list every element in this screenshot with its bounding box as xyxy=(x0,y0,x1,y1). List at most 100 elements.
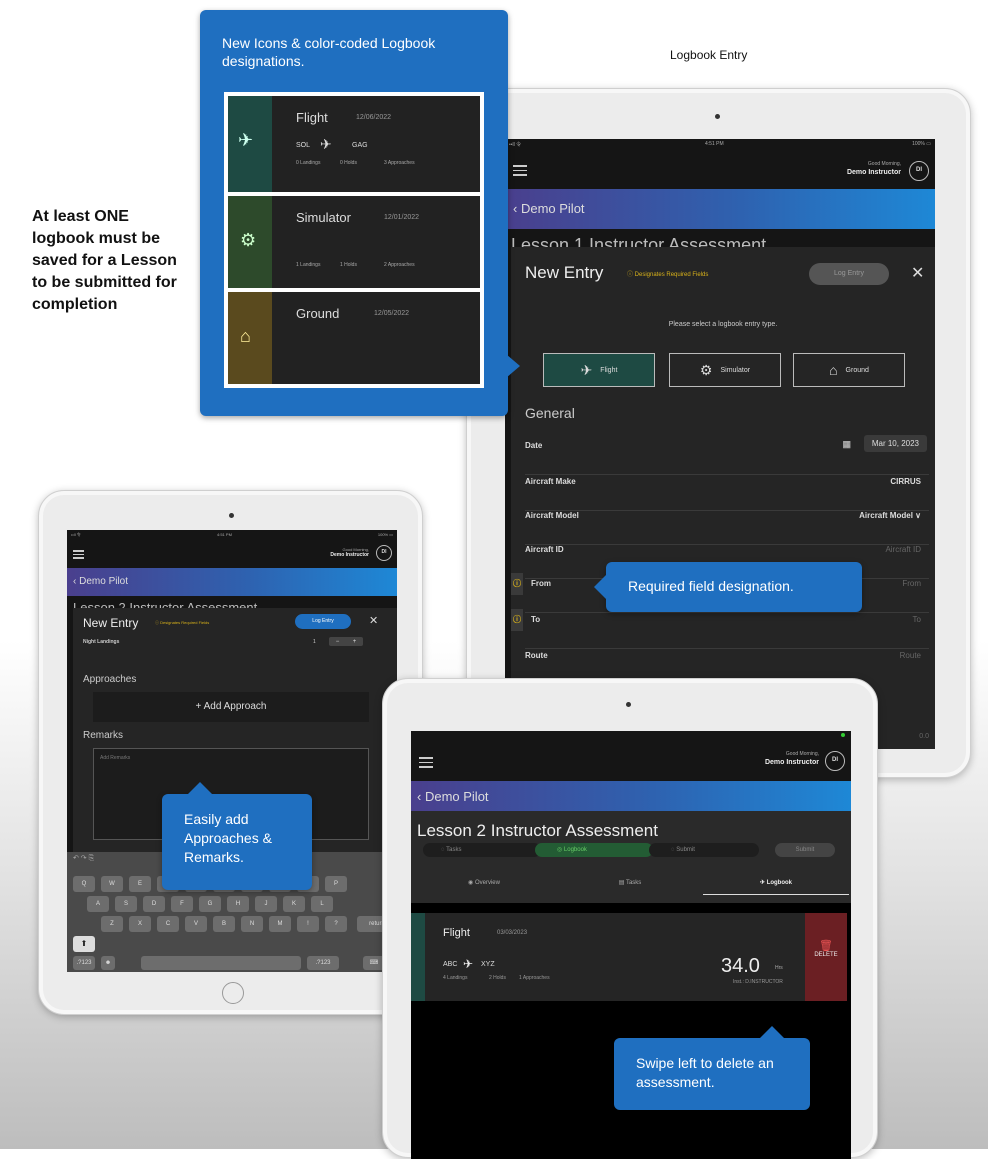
key-s[interactable]: S xyxy=(115,896,137,912)
avatar[interactable]: DI xyxy=(825,751,845,771)
minus-icon[interactable]: − xyxy=(336,639,340,645)
menu-icon[interactable] xyxy=(419,757,433,768)
numbers-key-right[interactable]: .?123 xyxy=(307,956,339,970)
pilot-bar[interactable]: ‹ Demo Pilot xyxy=(67,568,397,596)
pilot-bar[interactable]: ‹ Demo Pilot xyxy=(505,189,935,229)
step-submit[interactable]: ◌ Submit xyxy=(649,843,759,857)
key-m[interactable]: M xyxy=(269,916,291,932)
key-z[interactable]: Z xyxy=(101,916,123,932)
type-flight-button[interactable]: ✈ Flight xyxy=(543,353,655,387)
key-c[interactable]: C xyxy=(157,916,179,932)
key-k[interactable]: K xyxy=(283,896,305,912)
remarks-title: Remarks xyxy=(83,730,124,741)
night-landings-label: Night Landings xyxy=(83,639,120,645)
key-p[interactable]: P xyxy=(325,876,347,892)
field-date[interactable]: Date ▦ Mar 10, 2023 xyxy=(525,435,929,475)
card-date: 03/03/2023 xyxy=(497,930,528,936)
legend-from: SOL xyxy=(296,142,311,149)
numbers-key[interactable]: .?123 xyxy=(73,956,95,970)
trash-icon: 🗑 xyxy=(819,940,833,952)
tab-tasks[interactable]: ▤ Tasks xyxy=(557,871,703,895)
avatar[interactable]: DI xyxy=(909,161,929,181)
field-label: Aircraft Model xyxy=(525,511,579,520)
key-d[interactable]: D xyxy=(143,896,165,912)
type-ground-button[interactable]: ⌂ Ground xyxy=(793,353,905,387)
legend-type: Ground xyxy=(296,306,340,321)
field-value[interactable]: Aircraft Model ∨ xyxy=(859,511,921,520)
pilot-name: Demo Pilot xyxy=(520,201,585,216)
key-f[interactable]: F xyxy=(171,896,193,912)
key-x[interactable]: X xyxy=(129,916,151,932)
key-b[interactable]: B xyxy=(213,916,235,932)
legend-card-flight: ✈ Flight 12/06/2022 SOL ✈ GAG 0 Landings… xyxy=(228,96,480,192)
flight-stripe xyxy=(411,913,425,1001)
date-value[interactable]: Mar 10, 2023 xyxy=(863,435,927,452)
key-v[interactable]: V xyxy=(185,916,207,932)
space-key[interactable] xyxy=(141,956,301,970)
camera xyxy=(715,114,720,119)
submit-button[interactable]: Submit xyxy=(775,843,835,857)
key-h[interactable]: H xyxy=(227,896,249,912)
key-a[interactable]: A xyxy=(87,896,109,912)
airplane-landing-icon: ✈ xyxy=(238,130,254,150)
field-label: Aircraft ID xyxy=(525,545,564,554)
back-chevron-icon[interactable]: ‹ xyxy=(513,201,521,216)
required-callout: Required field designation. xyxy=(594,562,862,612)
field-placeholder: Aircraft ID xyxy=(885,545,921,554)
quantity-stepper[interactable]: − + xyxy=(329,637,363,646)
menu-icon[interactable] xyxy=(73,550,84,560)
legend-card-simulator: ⚙ Simulator 12/01/2022 1 Landings 1 Hold… xyxy=(228,196,480,288)
back-chevron-icon[interactable]: ‹ xyxy=(417,789,425,804)
type-simulator-button[interactable]: ⚙ Simulator xyxy=(669,353,781,387)
add-approach-button[interactable]: + Add Approach xyxy=(93,692,369,722)
left-note: At least ONE logbook must be saved for a… xyxy=(32,208,177,313)
key-sym8[interactable]: ? xyxy=(325,916,347,932)
required-icon: ⓘ xyxy=(511,609,523,631)
pilot-bar[interactable]: ‹ Demo Pilot xyxy=(411,781,851,811)
step-label: Tasks xyxy=(446,847,462,853)
section-general: General xyxy=(525,405,575,421)
step-logbook[interactable]: ◎ Logbook xyxy=(535,843,653,857)
delete-button[interactable]: 🗑 DELETE xyxy=(805,913,847,1001)
shift-key[interactable]: ⬆ xyxy=(73,936,95,952)
log-entry-button[interactable]: Log Entry xyxy=(295,614,351,629)
logbook-card-flight[interactable]: Flight 03/03/2023 ABC ✈ XYZ 4 Landings 2… xyxy=(411,913,851,1001)
home-button[interactable] xyxy=(222,982,244,1004)
key-w[interactable]: W xyxy=(101,876,123,892)
avatar[interactable]: DI xyxy=(376,545,392,561)
menu-icon[interactable] xyxy=(513,165,527,176)
field-aircraft-model[interactable]: Aircraft Model Aircraft Model ∨ xyxy=(525,511,929,545)
card-hours: 34.0 xyxy=(721,955,760,977)
emoji-icon[interactable]: ☻ xyxy=(101,956,115,970)
key-g[interactable]: G xyxy=(199,896,221,912)
field-aircraft-make[interactable]: Aircraft Make CIRRUS xyxy=(525,477,929,511)
legend-approaches: 3 Approaches xyxy=(384,160,415,166)
key-sym7[interactable]: ! xyxy=(297,916,319,932)
step-label: Submit xyxy=(676,847,695,853)
close-icon[interactable]: ✕ xyxy=(369,614,378,627)
tab-logbook[interactable]: ✈ Logbook xyxy=(703,871,849,895)
step-tasks[interactable]: ◌ Tasks xyxy=(423,843,541,857)
status-time: 4:51 PM xyxy=(217,532,232,537)
field-placeholder: Route xyxy=(899,651,921,660)
greeting: Good Morning, Demo Instructor xyxy=(330,547,369,559)
modal-title: New Entry xyxy=(83,616,139,630)
close-icon[interactable]: ✕ xyxy=(911,263,924,283)
callout-text: Easily add Approaches & Remarks. xyxy=(184,811,272,865)
plus-icon[interactable]: + xyxy=(353,639,357,645)
key-e[interactable]: E xyxy=(129,876,151,892)
status-time: 4:51 PM xyxy=(705,141,724,147)
card-landings: 4 Landings xyxy=(443,975,468,981)
greeting-text: Good Morning, xyxy=(785,751,819,757)
log-entry-button[interactable]: Log Entry xyxy=(809,263,889,285)
key-j[interactable]: J xyxy=(255,896,277,912)
status-signal: ••ll 令 xyxy=(509,142,522,148)
field-placeholder: To xyxy=(912,615,921,624)
legend-panel: ✈ Flight 12/06/2022 SOL ✈ GAG 0 Landings… xyxy=(224,92,484,388)
key-q[interactable]: Q xyxy=(73,876,95,892)
tab-overview[interactable]: ◉ Overview xyxy=(411,871,557,895)
key-n[interactable]: N xyxy=(241,916,263,932)
legend-approaches: 2 Approaches xyxy=(384,262,415,268)
field-to[interactable]: ⓘ To To xyxy=(511,609,929,649)
key-l[interactable]: L xyxy=(311,896,333,912)
